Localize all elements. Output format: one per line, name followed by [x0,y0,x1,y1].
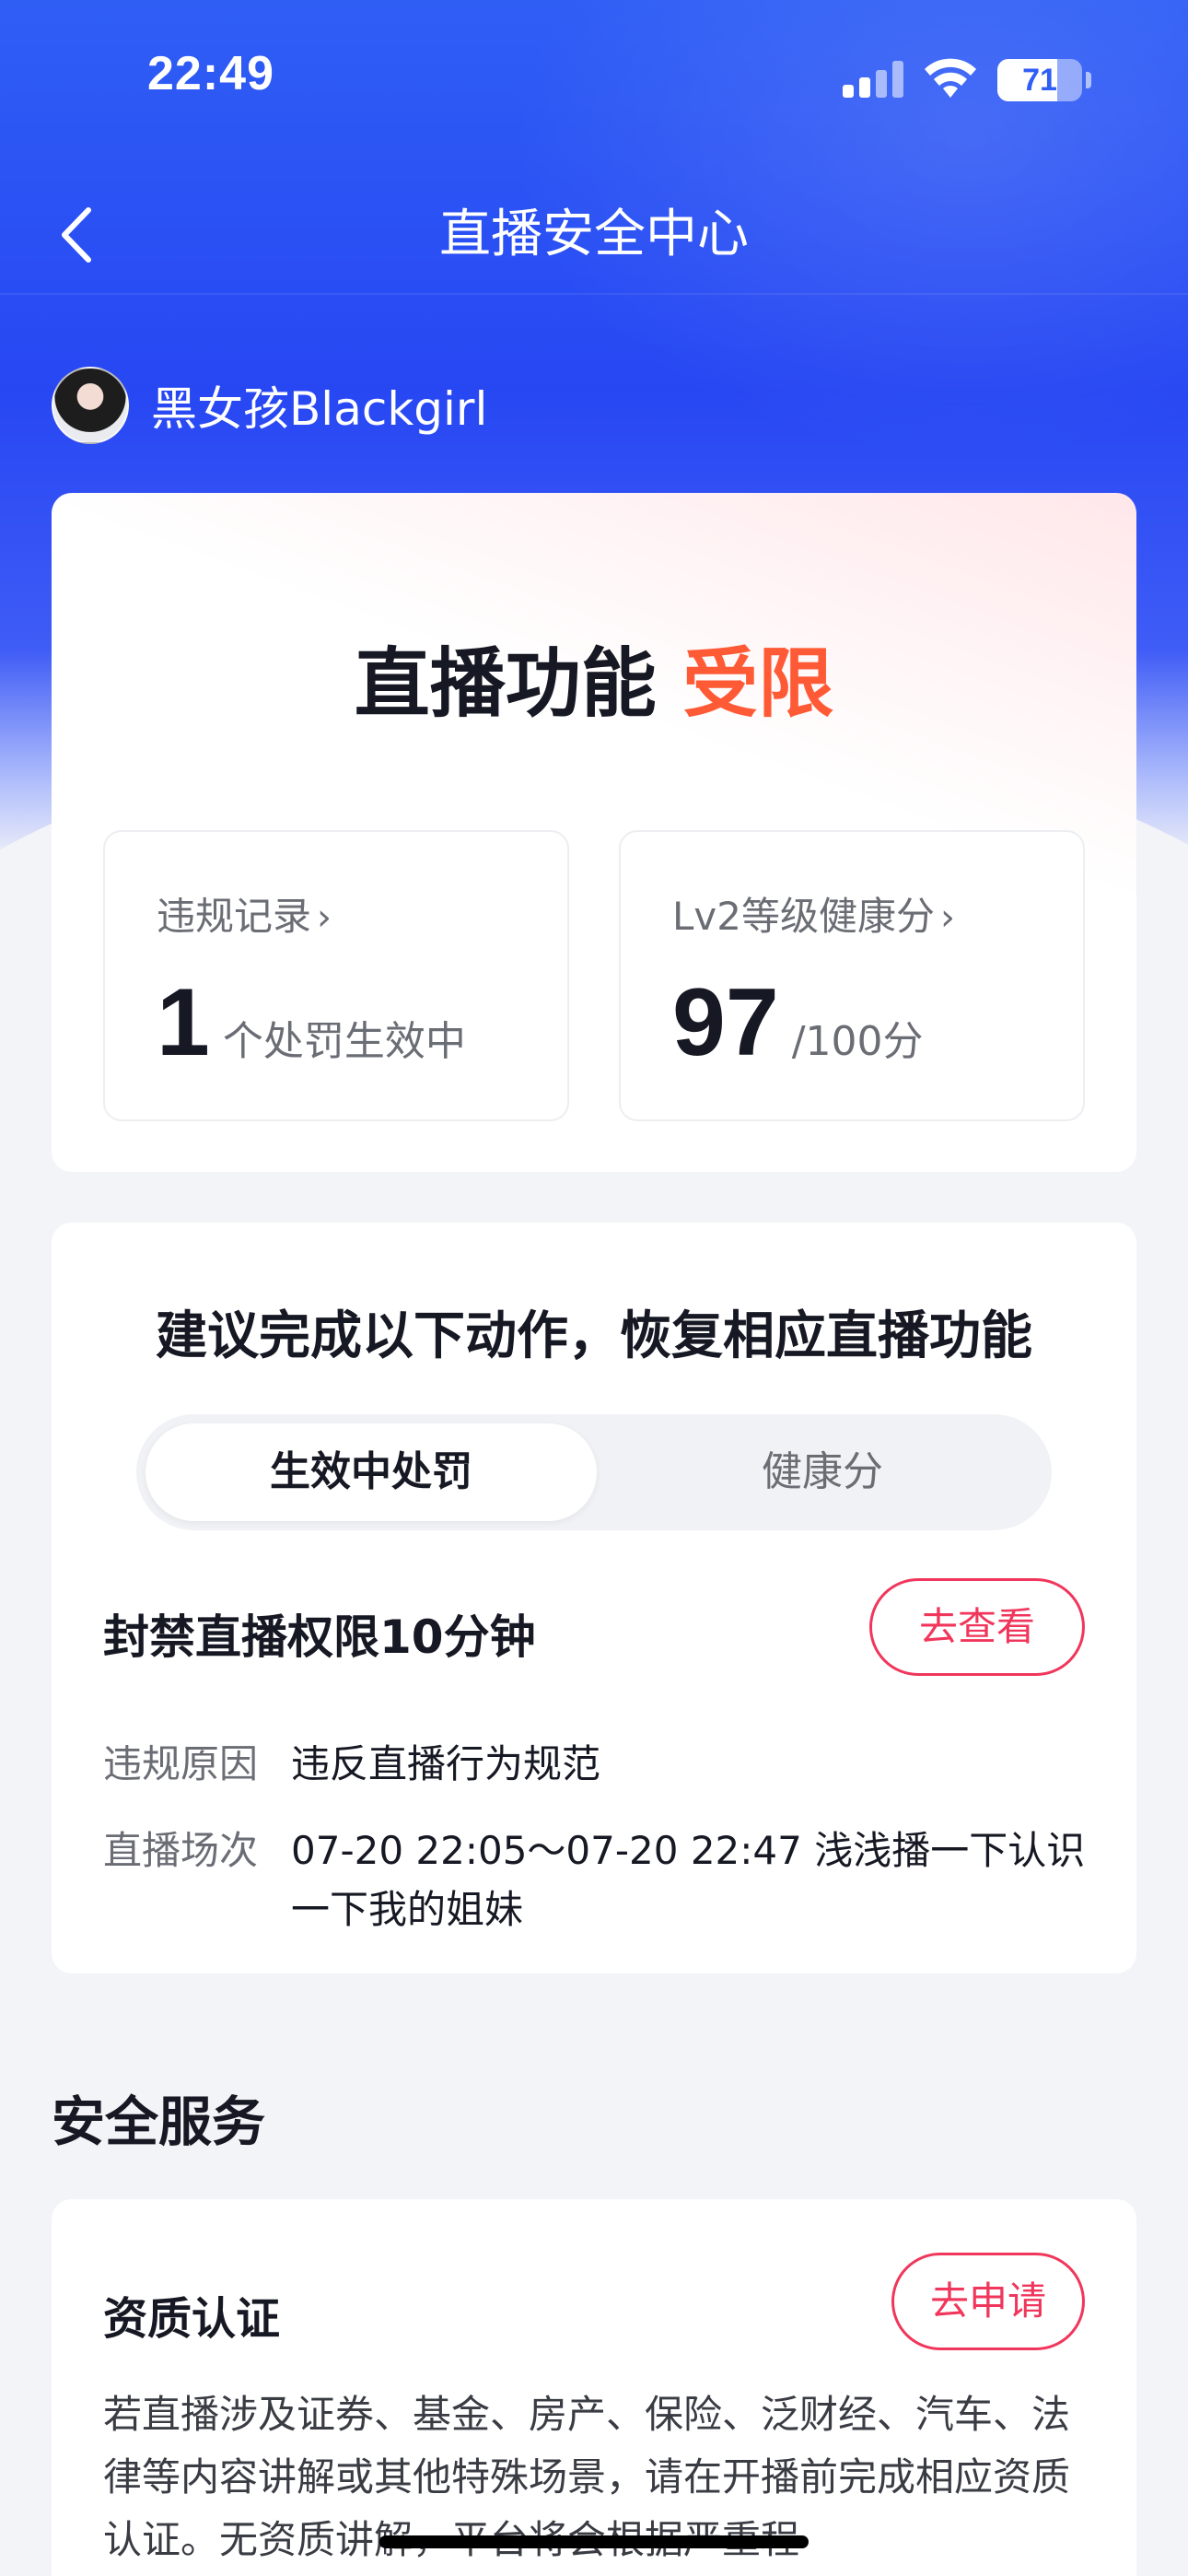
suggestion-card: 建议完成以下动作，恢复相应直播功能 生效中处罚 健康分 封禁直播权限10分钟 去… [52,1223,1136,1973]
violation-record-label-row: 违规记录 › [157,885,332,942]
health-score-value: 97 [672,969,779,1076]
violation-value-row: 1 个处罚生效中 [157,968,466,1078]
qualification-title: 资质认证 [103,2293,281,2345]
user-row[interactable]: 黑女孩Blackgirl [52,365,487,446]
home-indicator[interactable] [379,2535,809,2548]
battery-percent: 71 [1022,63,1057,98]
violation-record-label: 违规记录 [157,894,312,939]
wifi-icon [925,58,976,98]
user-name: 黑女孩Blackgirl [151,382,488,436]
tab-active-penalties[interactable]: 生效中处罚 [146,1423,597,1521]
health-score-label: Lv2等级健康分 [672,894,935,939]
health-score-box[interactable]: Lv2等级健康分 › 97 /100分 [619,830,1085,1121]
cellular-signal-icon [843,61,903,98]
avatar[interactable] [52,367,129,444]
service-card: 资质认证 去申请 若直播涉及证券、基金、房产、保险、泛财经、汽车、法律等内容讲解… [52,2199,1136,2576]
status-bar: 22:49 71 [0,0,1188,157]
live-status-card: 直播功能 受限 违规记录 › 1 个处罚生效中 Lv2等级健康分 › 97 /100… [52,493,1136,1172]
health-value-row: 97 /100分 [672,968,924,1078]
battery-icon: 71 [997,59,1082,101]
suggestion-title: 建议完成以下动作，恢复相应直播功能 [156,1306,1032,1366]
apply-button[interactable]: 去申请 [891,2253,1085,2350]
violation-record-box[interactable]: 违规记录 › 1 个处罚生效中 [103,830,569,1121]
violation-count: 1 [157,969,210,1076]
penalty-title: 封禁直播权限10分钟 [103,1610,536,1664]
nav-bar: 直播安全中心 [0,175,1188,295]
status-restricted-label: 受限 [682,640,834,728]
status-time: 22:49 [147,47,274,100]
chevron-right-icon: › [939,896,955,939]
status-title-prefix: 直播功能 [354,640,657,728]
violation-reason-row: 违规原因 违反直播行为规范 [103,1735,1092,1794]
chevron-right-icon: › [317,896,332,939]
live-session-key: 直播场次 [103,1828,259,1873]
battery-cap [1086,72,1091,88]
violation-reason-value: 违反直播行为规范 [291,1741,601,1786]
suggestion-tabs: 生效中处罚 健康分 [136,1414,1052,1530]
health-score-unit: /100分 [791,1018,924,1065]
violation-unit: 个处罚生效中 [222,1018,466,1065]
live-session-row: 直播场次 07-20 22:05～07-20 22:47 浅浅播一下认识一下我的… [103,1821,1092,1939]
security-services-heading: 安全服务 [52,2090,266,2153]
page-title: 直播安全中心 [439,205,749,264]
live-session-value: 07-20 22:05～07-20 22:47 浅浅播一下认识一下我的姐妹 [291,1828,1086,1932]
live-status-title: 直播功能 受限 [52,622,1136,732]
violation-reason-key: 违规原因 [103,1741,259,1786]
tab-health-score[interactable]: 健康分 [597,1423,1048,1521]
health-score-label-row: Lv2等级健康分 › [672,885,955,942]
view-penalty-button[interactable]: 去查看 [869,1578,1085,1676]
